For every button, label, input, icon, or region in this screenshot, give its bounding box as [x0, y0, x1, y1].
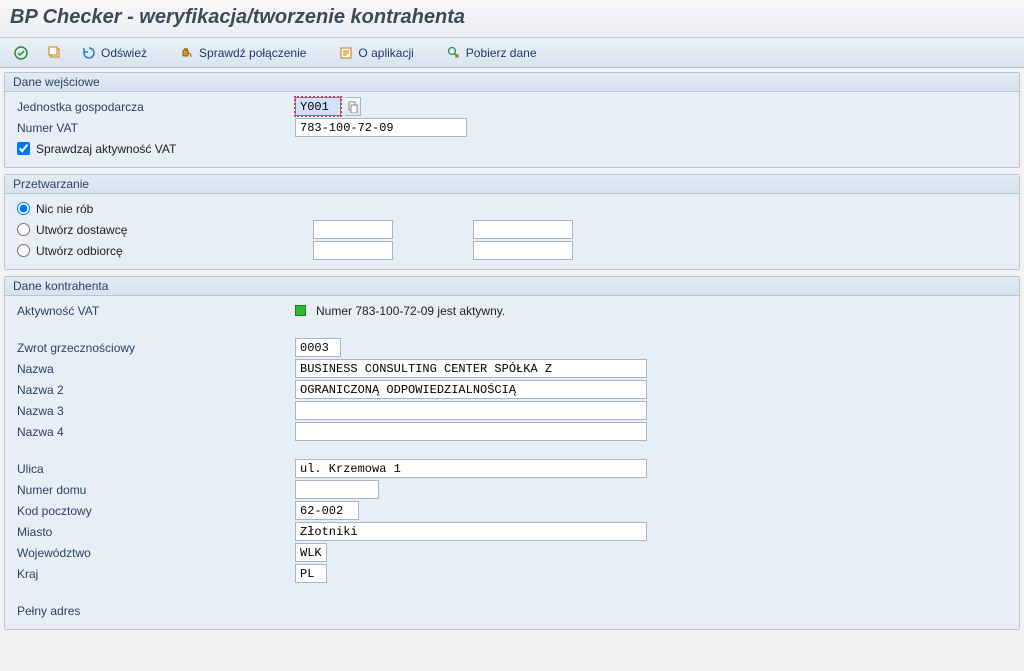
title-bar: BP Checker - weryfikacja/tworzenie kontr… — [0, 0, 1024, 38]
new-window-icon — [47, 45, 63, 61]
plug-icon — [179, 45, 195, 61]
download-icon — [446, 45, 462, 61]
vat-input[interactable] — [295, 118, 467, 137]
group-processing: Przetwarzanie Nic nie rób Utwórz dostawc… — [4, 174, 1020, 270]
search-help-icon — [348, 101, 358, 113]
execute-icon — [13, 45, 29, 61]
radio-customer-label: Utwórz odbiorcę — [36, 244, 123, 258]
check-vat-checkbox[interactable] — [17, 142, 30, 155]
execute-button[interactable] — [6, 42, 36, 64]
group-input: Dane wejściowe Jednostka gospodarcza Num… — [4, 72, 1020, 168]
bukrs-search-help[interactable] — [345, 97, 361, 116]
bukrs-label: Jednostka gospodarcza — [13, 100, 291, 114]
radio-none[interactable] — [17, 202, 30, 215]
refresh-icon — [81, 45, 97, 61]
check-connection-button[interactable]: Sprawdź połączenie — [172, 42, 313, 64]
customer-code-input[interactable] — [313, 241, 393, 260]
street-input[interactable] — [295, 459, 647, 478]
region-label: Województwo — [13, 546, 291, 560]
page-title: BP Checker - weryfikacja/tworzenie kontr… — [10, 6, 1014, 29]
name4-label: Nazwa 4 — [13, 425, 291, 439]
country-input[interactable] — [295, 564, 327, 583]
about-label: O aplikacji — [358, 46, 413, 60]
full-addr-label: Pełny adres — [13, 604, 291, 618]
house-input[interactable] — [295, 480, 379, 499]
postal-label: Kod pocztowy — [13, 504, 291, 518]
group-input-title: Dane wejściowe — [5, 73, 1019, 92]
vat-act-text: Numer 783-100-72-09 jest aktywny. — [316, 304, 505, 318]
name2-label: Nazwa 2 — [13, 383, 291, 397]
download-label: Pobierz dane — [466, 46, 537, 60]
download-button[interactable]: Pobierz dane — [439, 42, 544, 64]
region-input[interactable] — [295, 543, 327, 562]
street-label: Ulica — [13, 462, 291, 476]
name3-label: Nazwa 3 — [13, 404, 291, 418]
name2-input[interactable] — [295, 380, 647, 399]
check-vat-row: Sprawdzaj aktywność VAT — [13, 138, 1011, 159]
radio-supplier-label: Utwórz dostawcę — [36, 223, 127, 237]
group-processing-title: Przetwarzanie — [5, 175, 1019, 194]
group-bp: Dane kontrahenta Aktywność VAT Numer 783… — [4, 276, 1020, 630]
refresh-label: Odśwież — [101, 46, 147, 60]
supplier-num-input[interactable] — [473, 220, 573, 239]
group-bp-title: Dane kontrahenta — [5, 277, 1019, 296]
name4-input[interactable] — [295, 422, 647, 441]
postal-input[interactable] — [295, 501, 359, 520]
radio-supplier[interactable] — [17, 223, 30, 236]
refresh-button[interactable]: Odśwież — [74, 42, 154, 64]
vat-label: Numer VAT — [13, 121, 291, 135]
toolbar: Odśwież Sprawdź połączenie O aplikacji P… — [0, 38, 1024, 68]
name3-input[interactable] — [295, 401, 647, 420]
about-icon — [338, 45, 354, 61]
bukrs-input[interactable] — [295, 97, 341, 116]
customer-num-input[interactable] — [473, 241, 573, 260]
status-led-green-icon — [295, 305, 306, 316]
supplier-code-input[interactable] — [313, 220, 393, 239]
check-connection-label: Sprawdź połączenie — [199, 46, 306, 60]
check-vat-label: Sprawdzaj aktywność VAT — [36, 142, 176, 156]
country-label: Kraj — [13, 567, 291, 581]
radio-none-label: Nic nie rób — [36, 202, 93, 216]
house-label: Numer domu — [13, 483, 291, 497]
title-code-input[interactable] — [295, 338, 341, 357]
city-label: Miasto — [13, 525, 291, 539]
name-label: Nazwa — [13, 362, 291, 376]
new-window-button[interactable] — [40, 42, 70, 64]
radio-customer[interactable] — [17, 244, 30, 257]
vat-act-label: Aktywność VAT — [13, 304, 291, 318]
title-code-label: Zwrot grzecznościowy — [13, 341, 291, 355]
city-input[interactable] — [295, 522, 647, 541]
about-button[interactable]: O aplikacji — [331, 42, 420, 64]
name-input[interactable] — [295, 359, 647, 378]
